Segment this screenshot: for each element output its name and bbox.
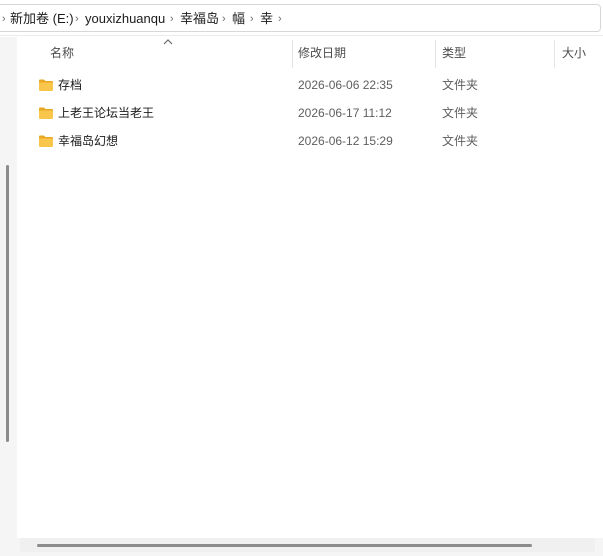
breadcrumb[interactable]: › 新加卷 (E:) › youxizhuanqu › 幸福岛 › 幅 › 幸 …: [0, 4, 601, 32]
file-name: 幸福岛幻想: [58, 134, 119, 148]
horizontal-scrollbar-thumb[interactable]: [37, 544, 532, 547]
column-divider[interactable]: [292, 40, 293, 68]
column-header-size[interactable]: 大小: [562, 38, 586, 68]
file-name: 存档: [58, 78, 83, 92]
folder-icon: [39, 135, 53, 147]
breadcrumb-item-xingfudao[interactable]: 幸福岛: [180, 10, 219, 28]
file-date-modified: 2026-06-17 11:12: [298, 106, 392, 120]
breadcrumb-item-youxizhuanqu[interactable]: youxizhuanqu: [85, 10, 165, 28]
column-header-date-modified[interactable]: 修改日期: [298, 38, 346, 68]
breadcrumb-item-xing[interactable]: 幸: [260, 10, 273, 28]
folder-icon: [39, 79, 53, 91]
breadcrumb-separator-icon[interactable]: ›: [222, 11, 226, 27]
column-divider[interactable]: [554, 40, 555, 68]
file-type: 文件夹: [442, 134, 479, 148]
address-bar: › 新加卷 (E:) › youxizhuanqu › 幸福岛 › 幅 › 幸 …: [0, 0, 603, 36]
chevron-up-icon: [163, 39, 173, 45]
breadcrumb-separator-icon[interactable]: ›: [2, 11, 6, 27]
breadcrumb-item-fu[interactable]: 幅: [232, 10, 245, 28]
breadcrumb-separator-icon[interactable]: ›: [278, 11, 282, 27]
breadcrumb-separator-icon[interactable]: ›: [170, 11, 174, 27]
column-header-name[interactable]: 名称: [50, 38, 74, 68]
breadcrumb-separator-icon[interactable]: ›: [250, 11, 254, 27]
file-type: 文件夹: [442, 78, 479, 92]
breadcrumb-separator-icon[interactable]: ›: [75, 11, 79, 27]
file-date-modified: 2026-06-06 22:35: [298, 78, 393, 92]
list-item[interactable]: 上老王论坛当老王 2026-06-17 11:12 文件夹: [17, 99, 603, 127]
column-divider[interactable]: [435, 40, 436, 68]
list-item[interactable]: 幸福岛幻想 2026-06-12 15:29 文件夹: [17, 127, 603, 155]
file-date-modified: 2026-06-12 15:29: [298, 134, 393, 148]
breadcrumb-item-drive[interactable]: 新加卷 (E:): [10, 10, 74, 28]
column-header-row: 名称 修改日期 类型 大小: [17, 38, 603, 68]
folder-icon: [39, 107, 53, 119]
file-name: 上老王论坛当老王: [58, 106, 155, 120]
navigation-pane-scrollbar[interactable]: [6, 165, 9, 442]
file-type: 文件夹: [442, 106, 479, 120]
list-item[interactable]: 存档 2026-06-06 22:35 文件夹: [17, 71, 603, 99]
column-header-type[interactable]: 类型: [442, 38, 466, 68]
